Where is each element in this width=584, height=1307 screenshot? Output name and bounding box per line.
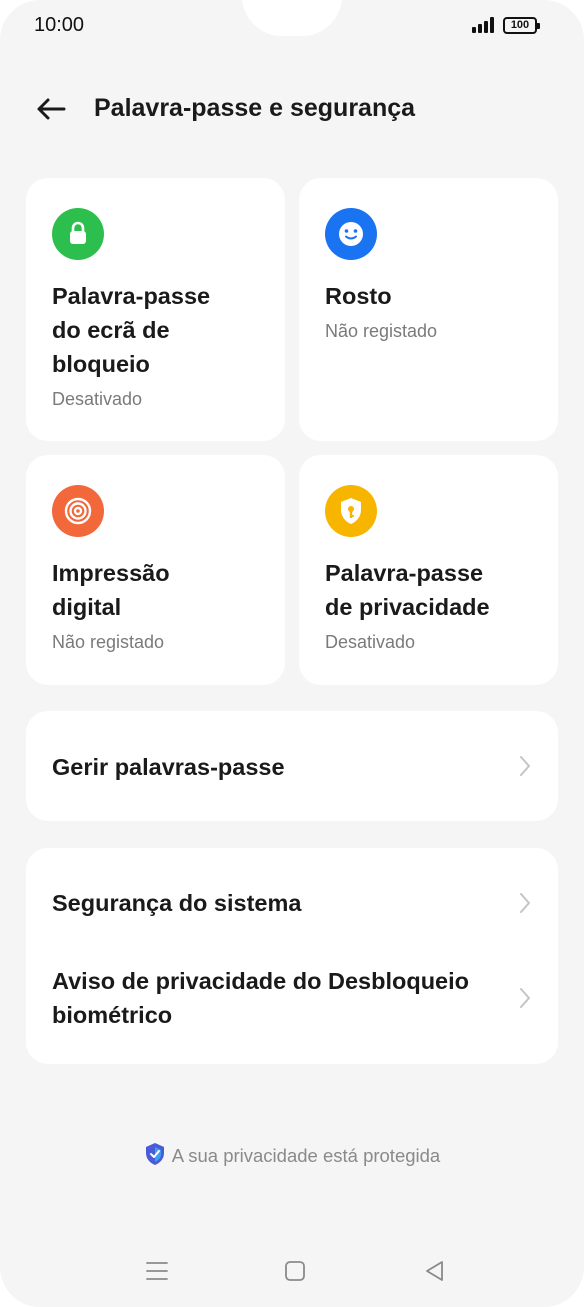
tile-face[interactable]: Rosto Não registado: [299, 178, 558, 441]
biometric-privacy-notice-row[interactable]: Aviso de privacidade do Desbloqueio biom…: [26, 948, 558, 1064]
back-nav-button[interactable]: [422, 1258, 448, 1284]
system-security-row[interactable]: Segurança do sistema: [26, 848, 558, 948]
status-time: 10:00: [34, 14, 85, 36]
chevron-right-icon: [520, 988, 530, 1008]
privacy-shield-icon: [145, 1143, 164, 1165]
menu-icon: [146, 1262, 168, 1280]
tile-status: Não registado: [52, 632, 165, 652]
fingerprint-icon: [52, 485, 104, 537]
tile-privacy-password[interactable]: Palavra-passe de privacidade Desativado: [299, 455, 558, 685]
row-label: Aviso de privacidade do Desbloqueio biom…: [52, 968, 469, 1028]
battery-icon: 100: [503, 17, 540, 34]
privacy-note-text: A sua privacidade está protegida: [171, 1145, 441, 1166]
tile-lock-screen-password[interactable]: Palavra-passe do ecrã de bloqueio Desati…: [26, 178, 285, 441]
back-triangle-icon: [426, 1261, 443, 1281]
status-bar: 10:00 100: [0, 0, 584, 52]
home-square-icon: [285, 1261, 305, 1281]
face-icon: [325, 208, 377, 260]
security-card: Segurança do sistema Aviso de privacidad…: [26, 848, 558, 1064]
chevron-right-icon: [520, 893, 530, 913]
menu-nav-button[interactable]: [144, 1258, 170, 1284]
lock-icon: [52, 208, 104, 260]
navigation-bar: [0, 1250, 584, 1294]
tile-status: Desativado: [52, 389, 143, 409]
chevron-right-icon: [520, 756, 530, 776]
manage-passwords-row[interactable]: Gerir palavras-passe: [26, 711, 558, 821]
home-nav-button[interactable]: [282, 1258, 308, 1284]
back-arrow-icon: [37, 98, 66, 120]
row-label: Segurança do sistema: [52, 890, 302, 916]
signal-icon: [472, 17, 496, 33]
privacy-note: A sua privacidade está protegida: [0, 1142, 584, 1167]
tile-status: Desativado: [325, 632, 416, 652]
row-label: Gerir palavras-passe: [52, 754, 285, 780]
header: Palavra-passe e segurança: [0, 84, 584, 134]
tile-fingerprint[interactable]: Impressão digital Não registado: [26, 455, 285, 685]
page-title: Palavra-passe e segurança: [94, 94, 416, 122]
tile-title: Palavra-passe de privacidade: [325, 560, 490, 620]
screen: 10:00 100 Palavra-passe e segurança Pala…: [0, 0, 584, 1307]
tile-title: Rosto: [325, 283, 392, 309]
tile-status: Não registado: [325, 321, 438, 341]
tile-title: Impressão digital: [52, 560, 170, 620]
privacy-key-icon: [325, 485, 377, 537]
tile-title: Palavra-passe do ecrã de bloqueio: [52, 283, 211, 377]
back-button[interactable]: [30, 90, 70, 128]
manage-passwords-card: Gerir palavras-passe: [26, 711, 558, 821]
